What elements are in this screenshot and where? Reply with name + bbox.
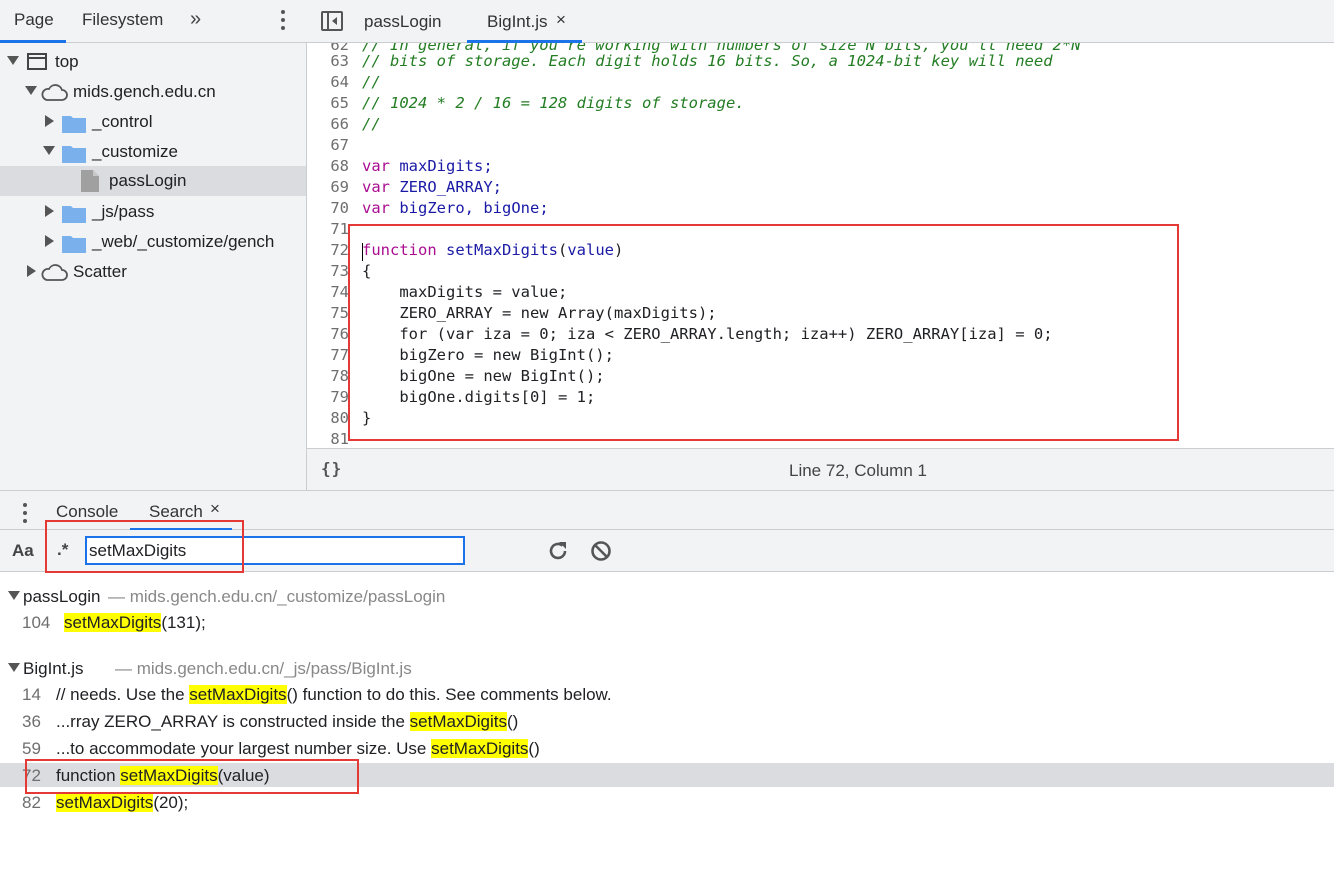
code-line: 79 bigOne.digits[0] = 1; — [330, 388, 596, 406]
tree-item-folder[interactable]: _js/pass — [0, 197, 306, 227]
code-line: 69 var ZERO_ARRAY; — [330, 178, 502, 196]
tree-label: passLogin — [109, 171, 187, 190]
search-results: passLogin — mids.gench.edu.cn/_customize… — [0, 573, 1334, 877]
result-file-name: BigInt.js — [23, 659, 84, 678]
more-tabs-icon[interactable]: » — [190, 8, 201, 31]
code-line: 66// — [330, 115, 381, 133]
collapse-arrow-icon[interactable] — [8, 663, 20, 672]
tab-filesystem[interactable]: Filesystem — [82, 10, 163, 30]
tree-item-scatter[interactable]: Scatter — [0, 257, 306, 287]
code-line: 73{ — [330, 262, 372, 280]
code-line: 65// 1024 * 2 / 16 = 128 digits of stora… — [330, 94, 745, 112]
close-tab-icon[interactable]: × — [556, 10, 566, 30]
folder-icon — [62, 236, 86, 253]
tree-item-folder[interactable]: _customize — [0, 137, 306, 167]
code-line: 81 — [330, 430, 349, 448]
code-line: 72 function setMaxDigits(value) — [330, 241, 624, 259]
drawer-tabbar: Console Search × — [0, 490, 1334, 531]
code-line: 75 ZERO_ARRAY = new Array(maxDigits); — [330, 304, 717, 322]
result-file-path: — mids.gench.edu.cn/_customize/passLogin — [108, 587, 446, 606]
result-line-selected[interactable]: 72 function setMaxDigits(value) — [0, 763, 1334, 787]
editor-tabbar: passLogin BigInt.js × — [307, 0, 1334, 43]
expand-arrow-icon[interactable] — [7, 56, 19, 65]
code-line: 68 var maxDigits; — [330, 157, 493, 175]
tree-label: top — [55, 52, 79, 71]
search-toolbar: Aa .* — [0, 530, 1334, 572]
tree-label: mids.gench.edu.cn — [73, 82, 216, 101]
toggle-navigator-icon[interactable] — [321, 11, 343, 31]
result-line[interactable]: 14 // needs. Use the setMaxDigits() func… — [0, 682, 1334, 706]
match-case-toggle[interactable]: Aa — [12, 541, 34, 561]
tab-console[interactable]: Console — [56, 502, 118, 522]
text-cursor — [362, 243, 363, 261]
result-line[interactable]: 104 setMaxDigits(131); — [0, 610, 1334, 634]
cursor-position: Line 72, Column 1 — [789, 461, 927, 480]
code-line: 78 bigOne = new BigInt(); — [330, 367, 605, 385]
navigator-tabbar: Page Filesystem » — [0, 0, 307, 43]
code-view[interactable]: 62// In general, if you're working with … — [307, 43, 1334, 448]
navigator-panel: Page Filesystem » top mids.gench.edu.cn … — [0, 0, 307, 490]
code-line: 80} — [330, 409, 372, 427]
tree-item-domain[interactable]: mids.gench.edu.cn — [0, 77, 306, 107]
tree-item-folder[interactable]: _control — [0, 107, 306, 137]
drawer-menu-icon[interactable] — [20, 503, 30, 527]
tree-label: Scatter — [73, 262, 127, 281]
cloud-icon — [41, 264, 68, 281]
code-line: 74 maxDigits = value; — [330, 283, 568, 301]
tree-label: _control — [92, 112, 153, 131]
folder-icon — [62, 206, 86, 223]
regex-toggle[interactable]: .* — [57, 540, 68, 560]
tree-item-file-selected[interactable]: passLogin — [0, 166, 306, 196]
folder-icon — [62, 116, 86, 133]
result-file-path: — mids.gench.edu.cn/_js/pass/BigInt.js — [115, 659, 412, 678]
expand-arrow-icon[interactable] — [43, 146, 55, 155]
code-line: 70 var bigZero, bigOne; — [330, 199, 549, 217]
expand-arrow-icon[interactable] — [25, 86, 37, 95]
source-editor: passLogin BigInt.js × 62// In general, i… — [307, 0, 1334, 490]
tab-page[interactable]: Page — [14, 10, 54, 30]
refresh-icon[interactable] — [546, 539, 570, 563]
expand-arrow-icon[interactable] — [45, 235, 54, 247]
result-file-name: passLogin — [23, 587, 101, 606]
result-line[interactable]: 82 setMaxDigits(20); — [0, 790, 1334, 814]
tree-label: _web/_customize/gench — [92, 232, 275, 251]
code-line: 71 — [330, 220, 349, 238]
cloud-icon — [41, 84, 68, 101]
editor-status-bar: {} Line 72, Column 1 — [307, 448, 1334, 490]
code-line: 67 — [330, 136, 349, 154]
editor-tab-bigint[interactable]: BigInt.js — [487, 12, 547, 32]
result-line[interactable]: 59 ...to accommodate your largest number… — [0, 736, 1334, 760]
tab-search[interactable]: Search — [149, 502, 203, 522]
expand-arrow-icon[interactable] — [45, 205, 54, 217]
expand-arrow-icon[interactable] — [27, 265, 36, 277]
folder-icon — [62, 146, 86, 163]
code-line: 77 bigZero = new BigInt(); — [330, 346, 614, 364]
clear-icon[interactable] — [589, 539, 613, 563]
result-file-header[interactable]: BigInt.js — mids.gench.edu.cn/_js/pass/B… — [0, 655, 1334, 681]
active-tab-indicator — [0, 40, 66, 43]
result-file-header[interactable]: passLogin — mids.gench.edu.cn/_customize… — [0, 583, 1334, 609]
collapse-arrow-icon[interactable] — [8, 591, 20, 600]
tree-item-top[interactable]: top — [0, 47, 306, 77]
file-icon — [81, 170, 99, 192]
result-line[interactable]: 36 ...rray ZERO_ARRAY is constructed ins… — [0, 709, 1334, 733]
tree-label: _customize — [92, 142, 178, 161]
code-line: 63// bits of storage. Each digit holds 1… — [330, 52, 1053, 70]
expand-arrow-icon[interactable] — [45, 115, 54, 127]
editor-tab-passlogin[interactable]: passLogin — [364, 12, 442, 32]
code-line: 64// — [330, 73, 381, 91]
tree-item-folder[interactable]: _web/_customize/gench — [0, 227, 306, 257]
frame-icon — [27, 53, 47, 70]
code-line: 76 for (var iza = 0; iza < ZERO_ARRAY.le… — [330, 325, 1053, 343]
tree-label: _js/pass — [92, 202, 155, 221]
kebab-menu-icon[interactable] — [278, 8, 288, 32]
pretty-print-icon[interactable]: {} — [321, 459, 342, 478]
search-input[interactable] — [85, 536, 465, 565]
close-search-tab-icon[interactable]: × — [210, 499, 220, 519]
